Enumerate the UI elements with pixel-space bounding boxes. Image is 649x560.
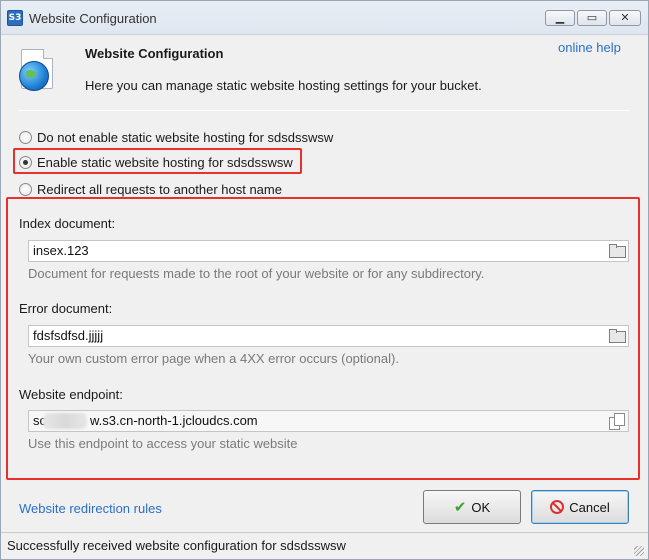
folder-icon[interactable] (609, 329, 626, 343)
index-document-value: insex.123 (33, 243, 89, 258)
online-help-link[interactable]: online help (558, 40, 621, 55)
radio-label: Enable static website hosting for sdsdss… (37, 154, 293, 170)
checkmark-icon: ✔ (453, 498, 467, 516)
radio-disable-hosting[interactable]: Do not enable static website hosting for… (19, 128, 333, 146)
index-document-label: Index document: (19, 216, 116, 231)
globe-icon (19, 61, 49, 91)
header-separator (19, 110, 629, 111)
folder-icon[interactable] (609, 244, 626, 258)
cancel-label: Cancel (569, 499, 610, 515)
website-endpoint-hint: Use this endpoint to access your static … (28, 436, 298, 451)
redaction-blur (43, 413, 87, 429)
minimize-icon: ▁ (555, 11, 565, 24)
error-document-input[interactable]: fdsfsdfsd.jjjjj (28, 325, 629, 347)
maximize-icon: ▭ (586, 11, 598, 24)
close-button[interactable]: ✕ (609, 10, 641, 26)
error-document-hint: Your own custom error page when a 4XX er… (28, 351, 399, 366)
radio-button-selected[interactable] (19, 155, 32, 169)
index-document-input[interactable]: insex.123 (28, 240, 629, 262)
website-endpoint-field[interactable]: sc w.s3.cn-north-1.jcloudcs.com (28, 410, 629, 432)
ok-label: OK (471, 499, 491, 515)
radio-label: Redirect all requests to another host na… (37, 181, 282, 197)
radio-label: Do not enable static website hosting for… (37, 129, 334, 145)
radio-button[interactable] (19, 182, 32, 196)
dialog-window: S3 Website Configuration ▁ ▭ ✕ Website C… (0, 0, 649, 560)
error-document-value: fdsfsdfsd.jjjjj (33, 328, 104, 343)
resize-grip-icon[interactable] (634, 546, 644, 556)
index-document-hint: Document for requests made to the root o… (28, 266, 485, 281)
copy-icon[interactable] (609, 413, 625, 430)
maximize-button[interactable]: ▭ (577, 10, 607, 26)
endpoint-value-suffix: w.s3.cn-north-1.jcloudcs.com (90, 413, 258, 428)
status-bar: Successfully received website configurat… (1, 532, 648, 559)
title-bar[interactable]: S3 Website Configuration ▁ ▭ ✕ (1, 1, 648, 35)
cancel-button[interactable]: Cancel (531, 490, 629, 524)
error-document-label: Error document: (19, 301, 113, 316)
radio-button[interactable] (19, 130, 32, 144)
window-title: Website Configuration (29, 11, 157, 26)
radio-enable-hosting[interactable]: Enable static website hosting for sdsdss… (19, 153, 293, 171)
dialog-header: Website Configuration Here you can manag… (1, 35, 648, 111)
website-redirection-rules-link[interactable]: Website redirection rules (19, 501, 162, 516)
status-text: Successfully received website configurat… (7, 538, 346, 553)
minimize-button[interactable]: ▁ (545, 10, 575, 26)
app-icon: S3 (7, 10, 23, 26)
radio-redirect-requests[interactable]: Redirect all requests to another host na… (19, 180, 282, 198)
header-title: Website Configuration (85, 46, 224, 61)
header-description: Here you can manage static website hosti… (85, 78, 482, 93)
website-endpoint-label: Website endpoint: (19, 387, 123, 402)
close-icon: ✕ (620, 11, 630, 24)
ok-button[interactable]: ✔ OK (423, 490, 521, 524)
cancel-icon (550, 500, 565, 514)
